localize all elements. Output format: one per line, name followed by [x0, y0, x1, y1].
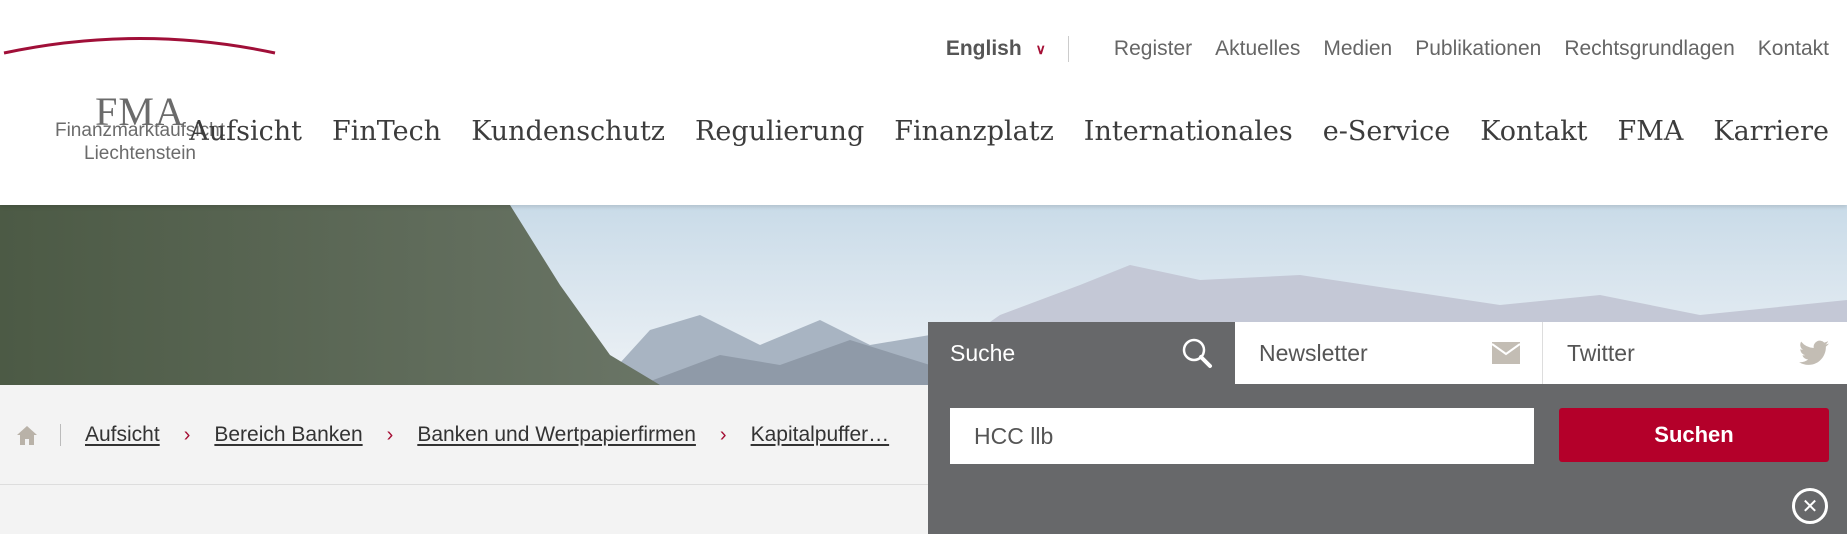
language-label: English [945, 37, 1022, 60]
breadcrumb-banken-wertpapierfirmen[interactable]: Banken und Wertpapierfirmen [417, 423, 696, 447]
top-link-register[interactable]: Register [1114, 37, 1192, 61]
top-link-publikationen[interactable]: Publikationen [1415, 37, 1541, 61]
divider [60, 424, 61, 446]
chevron-right-icon: › [386, 423, 394, 446]
tab-label: Newsletter [1259, 339, 1368, 366]
breadcrumb-bereich-banken[interactable]: Bereich Banken [214, 423, 362, 447]
search-button[interactable]: Suchen [1559, 408, 1829, 462]
tab-label: Twitter [1567, 339, 1635, 366]
breadcrumb-aufsicht[interactable]: Aufsicht [85, 423, 160, 447]
nav-finanzplatz[interactable]: Finanzplatz [894, 116, 1054, 147]
tab-twitter[interactable]: Twitter [1543, 322, 1847, 384]
language-selector[interactable]: English ∨ [946, 37, 1046, 61]
top-link-aktuelles[interactable]: Aktuelles [1215, 37, 1300, 61]
logo-arc [3, 37, 276, 55]
main-nav: Aufsicht FinTech Kundenschutz Regulierun… [159, 116, 1829, 147]
nav-fintech[interactable]: FinTech [332, 116, 441, 147]
nav-aufsicht[interactable]: Aufsicht [189, 116, 302, 147]
top-link-kontakt[interactable]: Kontakt [1758, 37, 1829, 61]
chevron-right-icon: › [719, 423, 727, 446]
tab-label: Suche [950, 339, 1016, 366]
twitter-bird-icon [1799, 340, 1829, 365]
site-header: FMA Finanzmarktaufsicht Liechtenstein En… [0, 0, 1847, 205]
tab-suche[interactable]: Suche [928, 322, 1235, 384]
breadcrumb-kapitalpuffer[interactable]: Kapitalpuffer… [751, 423, 890, 447]
top-link-medien[interactable]: Medien [1323, 37, 1392, 61]
nav-e-service[interactable]: e-Service [1323, 116, 1450, 147]
top-links: English ∨ Register Aktuelles Medien Publi… [946, 36, 1829, 62]
nav-kontakt[interactable]: Kontakt [1480, 116, 1587, 147]
divider [1067, 36, 1069, 62]
search-icon [1182, 338, 1212, 368]
nav-kundenschutz[interactable]: Kundenschutz [471, 116, 665, 147]
tab-newsletter[interactable]: Newsletter [1235, 322, 1543, 384]
nav-karriere[interactable]: Karriere [1713, 116, 1829, 147]
nav-internationales[interactable]: Internationales [1084, 116, 1293, 147]
envelope-icon [1492, 342, 1520, 364]
search-input[interactable] [950, 408, 1534, 464]
breadcrumb-area: Aufsicht › Bereich Banken › Banken und W… [0, 385, 928, 485]
home-icon[interactable] [16, 424, 38, 446]
close-icon[interactable]: ✕ [1792, 488, 1828, 524]
search-panel: Suche Newsletter Twitter Suchen ✕ [928, 322, 1847, 534]
nav-fma[interactable]: FMA [1618, 116, 1684, 147]
top-link-rechtsgrundlagen[interactable]: Rechtsgrundlagen [1564, 37, 1734, 61]
nav-regulierung[interactable]: Regulierung [695, 116, 864, 147]
chevron-right-icon: › [183, 423, 191, 446]
breadcrumb: Aufsicht › Bereich Banken › Banken und W… [16, 423, 889, 447]
chevron-down-icon: ∨ [1035, 40, 1046, 57]
fma-logo[interactable]: FMA Finanzmarktaufsicht Liechtenstein [0, 30, 280, 170]
